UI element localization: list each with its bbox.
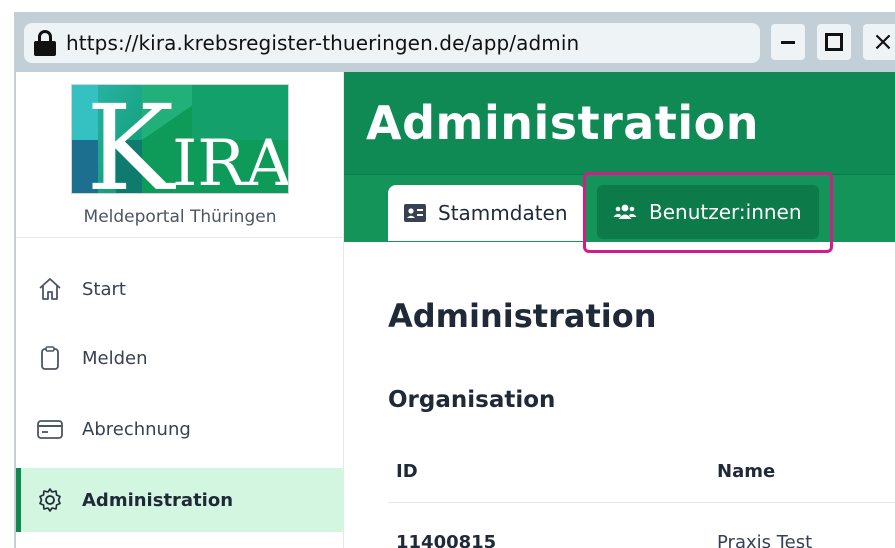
close-icon: × (872, 27, 894, 57)
nav-label-abrechnung: Abrechnung (82, 418, 191, 440)
address-bar[interactable]: https://kira.krebsregister-thueringen.de… (24, 23, 760, 63)
nav-label-administration: Administration (82, 489, 234, 511)
logo-k: K (86, 85, 176, 194)
nav-item-abrechnung[interactable]: Abrechnung (16, 397, 344, 461)
kira-logo-graphic: K IRA (72, 85, 289, 194)
sidebar: K IRA Meldeportal Thüringen Start Melden… (16, 72, 344, 548)
minimize-button[interactable] (771, 24, 805, 60)
header-title: Administration (366, 96, 759, 150)
lock-icon (34, 30, 56, 56)
close-window-button[interactable]: × (863, 24, 895, 60)
section-title: Organisation (388, 387, 556, 413)
maximize-icon (825, 33, 843, 51)
credit-card-icon (36, 415, 64, 443)
table-cell-id: 11400815 (396, 532, 497, 548)
page-title: Administration (388, 297, 657, 335)
nav-label-melden: Melden (82, 347, 148, 369)
nav-item-melden[interactable]: Melden (16, 326, 344, 390)
table-divider (388, 502, 895, 503)
nav-label-start: Start (82, 278, 126, 300)
minimize-icon (781, 40, 795, 44)
column-header-name: Name (717, 461, 776, 482)
tab-stammdaten[interactable]: Stammdaten (388, 185, 585, 241)
main-content: Administration Stammdaten Benutzer:innen… (344, 72, 895, 548)
clipboard-icon (36, 344, 64, 372)
home-icon (36, 275, 64, 303)
nav-item-administration[interactable]: Administration (16, 468, 344, 532)
id-card-icon (404, 204, 426, 222)
tab-highlight-frame (583, 172, 833, 253)
column-header-id: ID (396, 461, 418, 482)
portal-subtitle: Meldeportal Thüringen (83, 207, 277, 227)
logo-area: K IRA Meldeportal Thüringen (16, 72, 344, 238)
table-cell-name: Praxis Test (717, 532, 813, 548)
kira-logo[interactable]: K IRA (71, 84, 289, 194)
logo-ira: IRA (172, 127, 289, 194)
gear-icon (36, 486, 64, 514)
nav-item-start[interactable]: Start (16, 257, 344, 321)
maximize-button[interactable] (817, 24, 851, 60)
url-text: https://kira.krebsregister-thueringen.de… (66, 31, 580, 55)
tab-label-stammdaten: Stammdaten (438, 201, 568, 225)
